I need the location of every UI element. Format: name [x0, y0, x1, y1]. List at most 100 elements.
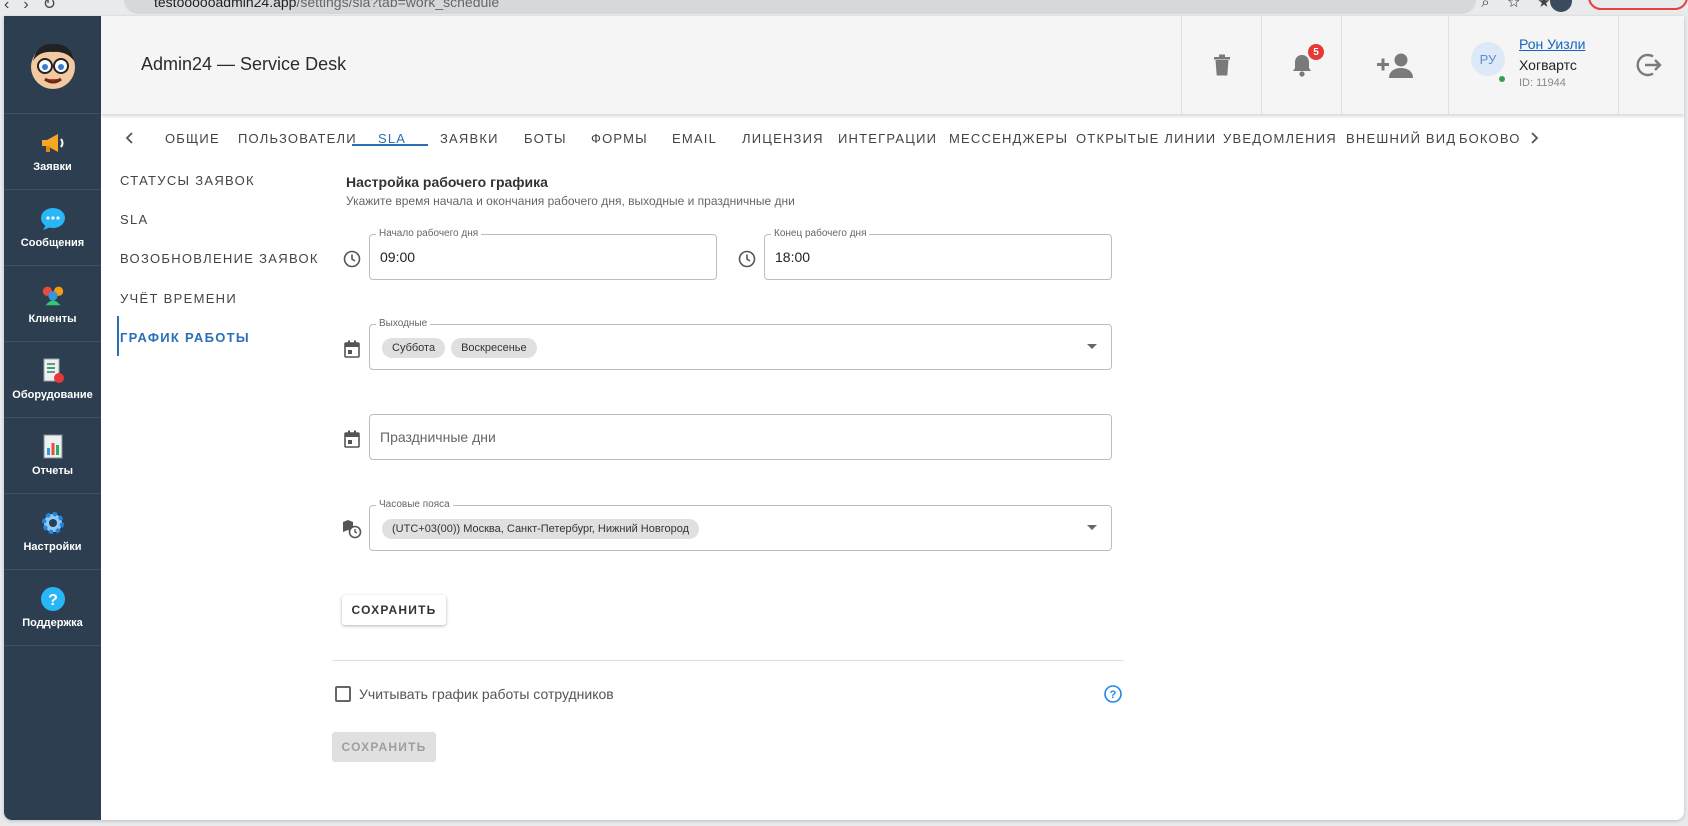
tab-messengers[interactable]: МЕССЕНДЖЕРЫ: [949, 114, 1068, 162]
end-time-label: Конец рабочего дня: [771, 228, 870, 240]
holidays-placeholder: Праздничные дни: [380, 429, 496, 445]
tabs-scroll-right-button[interactable]: [1523, 126, 1547, 150]
employee-schedule-checkbox[interactable]: [335, 686, 351, 702]
gear-icon: [40, 510, 66, 536]
tab-tickets[interactable]: ЗАЯВКИ: [440, 114, 499, 162]
save-employee-schedule-button[interactable]: СОХРАНИТЬ: [332, 732, 436, 762]
employee-schedule-label: Учитывать график работы сотрудников: [359, 686, 614, 702]
help-circle-icon[interactable]: ?: [1104, 685, 1122, 703]
nav-messages[interactable]: Сообщения: [4, 190, 101, 266]
people-icon: [40, 282, 66, 308]
browser-update-button[interactable]: [1588, 0, 1688, 10]
mascot-logo-icon: [30, 43, 75, 89]
nav-reports[interactable]: Отчеты: [4, 418, 101, 494]
notifications-button[interactable]: 5: [1261, 16, 1341, 114]
report-icon: [40, 434, 66, 460]
settings-tabs: ОБЩИЕ ПОЛЬЗОВАТЕЛИ SLA ЗАЯВКИ БОТЫ ФОРМЫ…: [101, 114, 1684, 162]
timezone-select[interactable]: Часовые пояса (UTC+03(00)) Москва, Санкт…: [369, 499, 1112, 551]
tab-bots[interactable]: БОТЫ: [524, 114, 567, 162]
end-time-field[interactable]: Конец рабочего дня 18:00: [764, 228, 1112, 280]
logout-button[interactable]: [1618, 16, 1678, 114]
tab-notifications[interactable]: УВЕДОМЛЕНИЯ: [1223, 114, 1337, 162]
address-bar[interactable]: testoooooadmin24.app/settings/sla?tab=wo…: [124, 0, 1476, 14]
app-window: Заявки Сообщения Клиенты Оборудование От…: [4, 16, 1684, 820]
nav-support-label: Поддержка: [22, 617, 83, 629]
nav-tickets[interactable]: Заявки: [4, 114, 101, 190]
start-time-field[interactable]: Начало рабочего дня 09:00: [369, 228, 717, 280]
holidays-input[interactable]: Праздничные дни: [369, 414, 1112, 460]
user-id: ID: 11944: [1519, 77, 1566, 89]
megaphone-icon: [40, 130, 66, 156]
browser-toolbar: ‹›↻ testoooooadmin24.app/settings/sla?ta…: [0, 0, 1688, 16]
equipment-icon: [40, 358, 66, 384]
timezone-label: Часовые пояса: [376, 499, 453, 511]
online-status-icon: [1499, 76, 1505, 82]
main-sidebar: Заявки Сообщения Клиенты Оборудование От…: [4, 16, 101, 820]
timezone-map-icon: [342, 519, 362, 539]
tab-email[interactable]: EMAIL: [672, 114, 717, 162]
add-user-button[interactable]: [1341, 16, 1448, 114]
top-header: Admin24 — Service Desk 5 РУ Рон Уизли Хо…: [101, 16, 1684, 114]
side-menu-time-tracking[interactable]: УЧЁТ ВРЕМЕНИ: [120, 291, 320, 306]
tab-forms[interactable]: ФОРМЫ: [591, 114, 648, 162]
chevron-right-icon: [1531, 132, 1539, 144]
svg-text:?: ?: [1110, 689, 1117, 701]
side-menu-sla[interactable]: SLA: [120, 212, 320, 227]
calendar-icon: [342, 429, 362, 449]
side-menu-ticket-statuses[interactable]: СТАТУСЫ ЗАЯВОК: [120, 173, 320, 188]
side-menu-active-indicator: [117, 316, 119, 356]
nav-equipment-label: Оборудование: [12, 389, 93, 401]
url-path: /settings/sla?tab=work_schedule: [296, 0, 500, 10]
section-subtitle: Укажите время начала и окончания рабочег…: [346, 194, 795, 208]
active-tab-indicator: [352, 144, 428, 146]
section-title: Настройка рабочего графика: [346, 174, 548, 190]
chevron-down-icon[interactable]: [1087, 525, 1097, 530]
tabs-scroll-left-button[interactable]: [117, 126, 141, 150]
chevron-left-icon: [125, 132, 133, 144]
chevron-down-icon[interactable]: [1087, 344, 1097, 349]
timezone-chip[interactable]: (UTC+03(00)) Москва, Санкт-Петербург, Ни…: [382, 519, 699, 539]
add-user-icon: [1377, 53, 1413, 78]
calendar-icon: [342, 339, 362, 359]
user-name-link[interactable]: Рон Уизли: [1519, 36, 1585, 52]
tab-sla[interactable]: SLA: [378, 114, 406, 162]
tab-integrations[interactable]: ИНТЕГРАЦИИ: [838, 114, 937, 162]
tab-general[interactable]: ОБЩИЕ: [165, 114, 220, 162]
nav-reports-label: Отчеты: [31, 465, 74, 477]
nav-settings[interactable]: Настройки: [4, 494, 101, 570]
user-panel: РУ Рон Уизли Хогвартс ID: 11944: [1448, 16, 1618, 114]
nav-equipment[interactable]: Оборудование: [4, 342, 101, 418]
tab-license[interactable]: ЛИЦЕНЗИЯ: [742, 114, 824, 162]
nav-support[interactable]: ? Поддержка: [4, 570, 101, 646]
clock-icon: [342, 249, 362, 269]
notifications-badge: 5: [1308, 44, 1324, 60]
trash-icon: [1213, 54, 1230, 76]
help-icon: ?: [40, 586, 66, 612]
save-button[interactable]: СОХРАНИТЬ: [342, 595, 446, 625]
trash-button[interactable]: [1181, 16, 1261, 114]
browser-nav-icons[interactable]: ‹›↻: [4, 0, 70, 14]
logout-icon: [1636, 53, 1662, 77]
user-org: Хогвартс: [1519, 57, 1577, 73]
start-time-value: 09:00: [380, 249, 416, 265]
tab-sidebar[interactable]: БОКОВОЕ: [1459, 114, 1519, 162]
chat-bubble-icon: [40, 206, 66, 232]
url-host: testoooooadmin24.app: [154, 0, 297, 10]
app-logo[interactable]: [4, 16, 101, 114]
weekend-chip-sunday[interactable]: Воскресенье: [451, 338, 537, 358]
page-title: Admin24 — Service Desk: [141, 54, 347, 74]
avatar[interactable]: РУ: [1471, 42, 1505, 76]
weekend-chip-saturday[interactable]: Суббота: [382, 338, 446, 358]
nav-messages-label: Сообщения: [20, 237, 85, 249]
side-menu-ticket-reopening[interactable]: ВОЗОБНОВЛЕНИЕ ЗАЯВОК: [120, 251, 320, 266]
tab-appearance[interactable]: ВНЕШНИЙ ВИД: [1346, 114, 1456, 162]
tab-users[interactable]: ПОЛЬЗОВАТЕЛИ: [238, 114, 357, 162]
tab-open-lines[interactable]: ОТКРЫТЫЕ ЛИНИИ: [1076, 114, 1216, 162]
nav-tickets-label: Заявки: [33, 161, 72, 173]
end-time-value: 18:00: [775, 249, 811, 265]
weekends-select[interactable]: Выходные Суббота Воскресенье: [369, 318, 1112, 370]
start-time-label: Начало рабочего дня: [376, 228, 482, 240]
side-menu-work-schedule[interactable]: ГРАФИК РАБОТЫ: [120, 330, 320, 345]
nav-settings-label: Настройки: [23, 541, 82, 553]
nav-clients[interactable]: Клиенты: [4, 266, 101, 342]
